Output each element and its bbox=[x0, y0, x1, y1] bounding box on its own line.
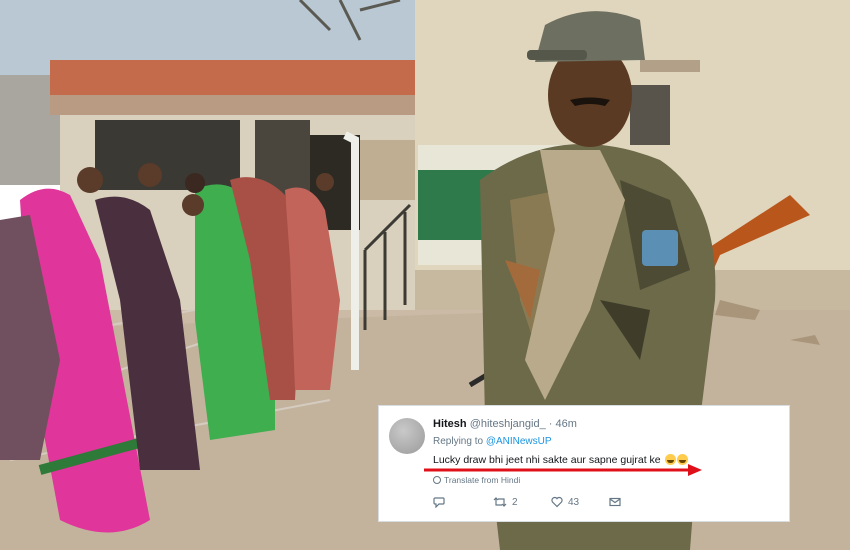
message-button[interactable] bbox=[609, 496, 621, 508]
tweet-header: Hitesh @hiteshjangid_ · 46m bbox=[433, 418, 577, 430]
retweet-count: 2 bbox=[512, 496, 518, 508]
translate-label: Translate from Hindi bbox=[444, 475, 521, 485]
like-count: 43 bbox=[568, 496, 580, 508]
reply-button[interactable] bbox=[433, 496, 445, 508]
retweet-button[interactable]: 2 bbox=[493, 496, 518, 508]
replying-mention-link[interactable]: @ANINewsUP bbox=[486, 436, 552, 447]
tweet-card: Hitesh @hiteshjangid_ · 46m Replying to … bbox=[378, 405, 790, 522]
replying-prefix: Replying to bbox=[433, 436, 484, 447]
display-name[interactable]: Hitesh bbox=[433, 418, 467, 430]
replying-to: Replying to @ANINewsUP bbox=[433, 436, 552, 447]
globe-icon bbox=[433, 476, 441, 484]
reply-icon bbox=[433, 497, 445, 508]
user-handle[interactable]: @hiteshjangid_ bbox=[470, 418, 546, 430]
tweet-time[interactable]: 46m bbox=[555, 418, 576, 430]
heart-icon bbox=[551, 496, 563, 508]
retweet-icon bbox=[493, 497, 507, 507]
separator-dot: · bbox=[548, 418, 553, 430]
roof-trim bbox=[50, 60, 420, 100]
translate-link[interactable]: Translate from Hindi bbox=[433, 475, 520, 485]
like-button[interactable]: 43 bbox=[551, 496, 579, 508]
envelope-icon bbox=[609, 497, 621, 507]
shoulder-patch bbox=[642, 230, 678, 266]
tweet-actions: 2 43 bbox=[433, 496, 633, 512]
avatar[interactable] bbox=[389, 418, 425, 454]
